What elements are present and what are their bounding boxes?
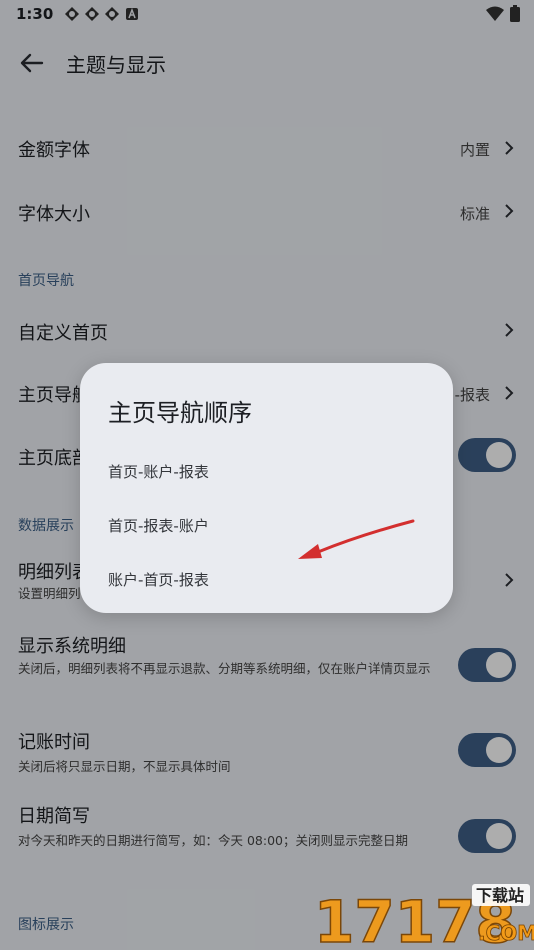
- nav-order-dialog: 主页导航顺序 首页-账户-报表 首页-报表-账户 账户-首页-报表: [80, 363, 453, 613]
- dialog-option[interactable]: 首页-账户-报表: [108, 461, 209, 482]
- watermark-logo: 17178 下载站 .COM: [313, 884, 534, 950]
- svg-text:下载站: 下载站: [476, 886, 524, 905]
- dialog-title: 主页导航顺序: [108, 399, 252, 427]
- dialog-option[interactable]: 首页-报表-账户: [108, 515, 209, 536]
- svg-text:.COM: .COM: [478, 921, 534, 945]
- dialog-option[interactable]: 账户-首页-报表: [108, 569, 209, 590]
